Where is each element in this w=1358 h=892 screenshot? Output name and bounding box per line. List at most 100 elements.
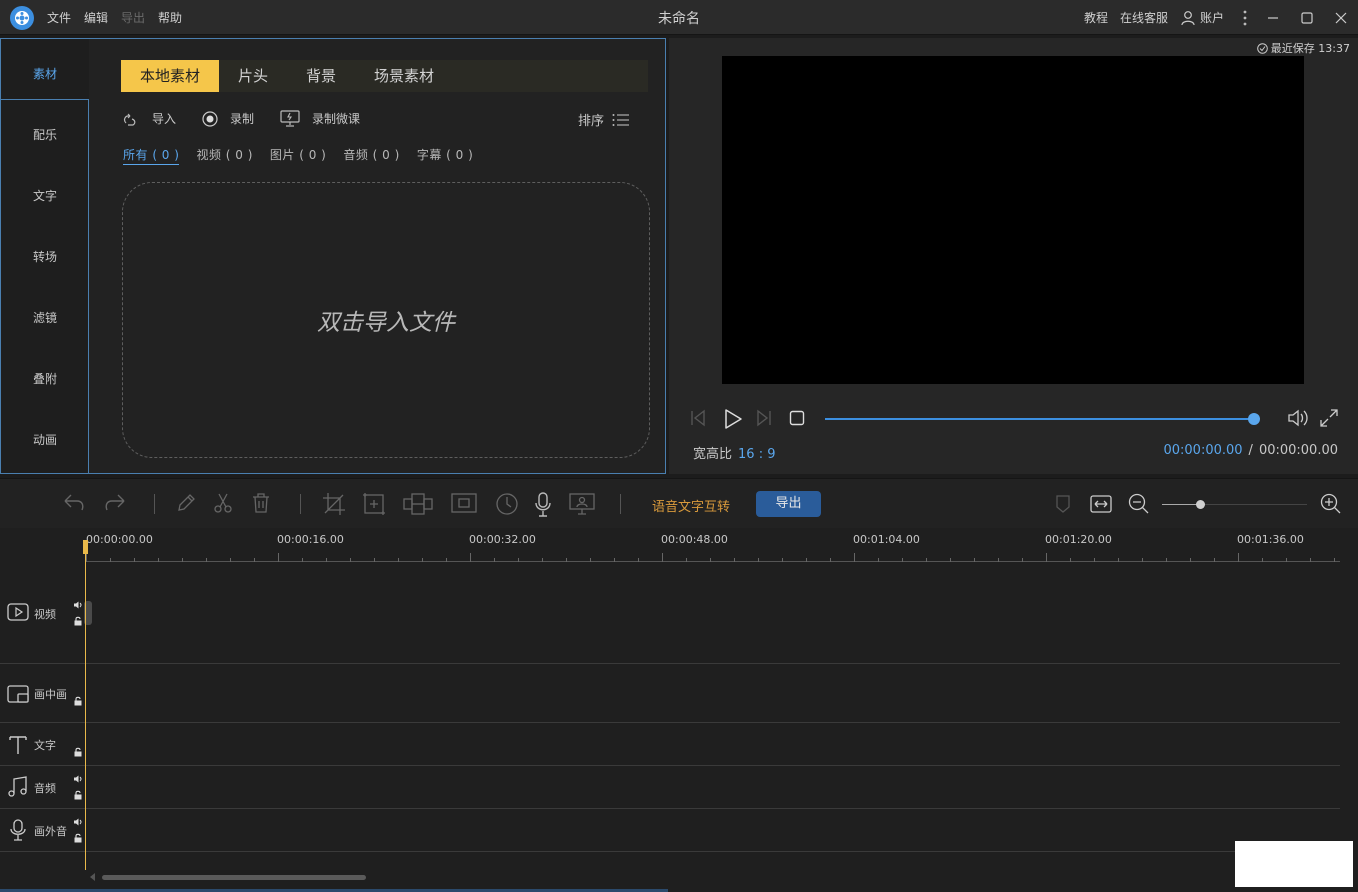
mosaic-icon: [403, 493, 433, 515]
track-label: 文字: [34, 739, 56, 752]
clock-icon: [496, 493, 518, 515]
track-audio[interactable]: 音频: [0, 766, 1340, 809]
import-button[interactable]: 导入: [122, 110, 176, 127]
edit-button[interactable]: [175, 492, 197, 514]
zoom-crop-button[interactable]: [362, 492, 386, 516]
marker-button[interactable]: [1055, 494, 1071, 514]
lock-icon[interactable]: [73, 833, 83, 843]
zoom-slider[interactable]: [1162, 500, 1307, 509]
fullscreen-icon: [1320, 409, 1338, 427]
tutorial-link[interactable]: 教程: [1084, 9, 1108, 26]
step-forward-icon: [757, 409, 771, 427]
playhead[interactable]: [83, 540, 88, 870]
lock-icon[interactable]: [73, 747, 83, 757]
lock-icon[interactable]: [73, 616, 83, 626]
split-button[interactable]: [212, 492, 234, 514]
time-ruler[interactable]: 00:00:00.00 00:00:16.00 00:00:32.00 00:0…: [86, 528, 1340, 562]
undo-button[interactable]: [62, 492, 86, 514]
next-frame-button[interactable]: [755, 408, 773, 428]
sort-label: 排序: [578, 114, 605, 129]
speaker-icon[interactable]: [73, 774, 83, 784]
tab-background[interactable]: 背景: [287, 60, 355, 92]
sidebar-item-overlay[interactable]: 叠附: [1, 370, 89, 387]
volume-button[interactable]: [1287, 408, 1309, 428]
more-vertical-icon: [1243, 10, 1247, 25]
zoom-in-button[interactable]: [1320, 493, 1342, 515]
track-picture-in-picture[interactable]: 画中画: [0, 664, 1340, 723]
fit-timeline-button[interactable]: [1090, 494, 1112, 514]
presentation-record-button[interactable]: [569, 492, 595, 516]
timeline-scrollbar[interactable]: [102, 875, 366, 880]
fullscreen-button[interactable]: [1319, 408, 1339, 428]
menu-export[interactable]: 导出: [121, 9, 145, 26]
account-button[interactable]: 账户: [1180, 9, 1224, 26]
sidebar-item-filter[interactable]: 滤镜: [1, 309, 89, 326]
step-back-icon: [691, 409, 705, 427]
sidebar-item-transition[interactable]: 转场: [1, 248, 89, 265]
dropzone-text: 双击导入文件: [317, 310, 455, 336]
play-button[interactable]: [723, 408, 743, 430]
sidebar-item-animation[interactable]: 动画: [1, 431, 89, 448]
record-lesson-button[interactable]: 录制微课: [280, 110, 360, 127]
menu-edit[interactable]: 编辑: [84, 9, 108, 26]
stop-icon: [789, 410, 805, 426]
freeze-frame-button[interactable]: [451, 492, 477, 514]
library-actions: 导入 录制 录制微课: [122, 110, 386, 127]
tab-scene-media[interactable]: 场景素材: [355, 60, 453, 92]
stop-button[interactable]: [789, 410, 805, 426]
filter-subtitle[interactable]: 字幕 ( 0 ): [417, 146, 473, 165]
sidebar-item-media[interactable]: 素材: [1, 65, 89, 82]
voiceover-button[interactable]: [534, 492, 552, 518]
track-voiceover[interactable]: 画外音: [0, 809, 1340, 852]
delete-button[interactable]: [250, 492, 272, 514]
menu-help[interactable]: 帮助: [158, 9, 182, 26]
zoom-out-icon: [1128, 493, 1149, 514]
filter-all[interactable]: 所有 ( 0 ): [123, 146, 180, 165]
progress-knob[interactable]: [1248, 413, 1260, 425]
zoom-out-button[interactable]: [1128, 493, 1150, 515]
timeline-toolbar: 语音文字互转 导出: [0, 478, 1358, 528]
ruler-tick: [1046, 553, 1047, 562]
record-button[interactable]: 录制: [202, 110, 254, 127]
import-dropzone[interactable]: 双击导入文件: [122, 182, 650, 458]
zoom-slider-knob[interactable]: [1196, 500, 1205, 509]
playhead-handle[interactable]: [83, 540, 88, 554]
tab-local-media[interactable]: 本地素材: [121, 60, 220, 92]
speech-text-button[interactable]: 语音文字互转: [652, 496, 730, 515]
track-text[interactable]: 文字: [0, 723, 1340, 766]
marker-icon: [1056, 495, 1070, 513]
scroll-left-arrow[interactable]: [90, 873, 95, 881]
sidebar-item-music[interactable]: 配乐: [1, 126, 89, 143]
title-bar: 文件 编辑 导出 帮助 未命名 教程 在线客服 账户: [0, 0, 1358, 35]
sidebar-item-text[interactable]: 文字: [1, 187, 89, 204]
lock-icon[interactable]: [73, 696, 83, 706]
aspect-ratio[interactable]: 宽高比 16 : 9: [693, 443, 775, 462]
tab-intro[interactable]: 片头: [219, 60, 287, 92]
track-label: 画外音: [34, 825, 67, 838]
speaker-icon[interactable]: [73, 817, 83, 827]
playback-progress[interactable]: [825, 413, 1260, 425]
export-button[interactable]: 导出: [756, 491, 821, 517]
speaker-icon[interactable]: [73, 600, 83, 610]
maximize-button[interactable]: [1290, 0, 1324, 35]
close-button[interactable]: [1324, 0, 1358, 35]
track-video[interactable]: 视频: [0, 562, 1340, 664]
aspect-label: 宽高比: [693, 447, 733, 462]
filter-audio[interactable]: 音频 ( 0 ): [343, 146, 399, 165]
filter-image[interactable]: 图片 ( 0 ): [270, 146, 326, 165]
menu-file[interactable]: 文件: [47, 9, 71, 26]
sort-button[interactable]: 排序: [578, 110, 630, 129]
support-link[interactable]: 在线客服: [1120, 9, 1168, 26]
more-options-button[interactable]: [1234, 0, 1256, 35]
mosaic-button[interactable]: [403, 492, 433, 516]
redo-button[interactable]: [103, 492, 127, 514]
current-time: 00:00:00.00: [1163, 443, 1243, 458]
lock-icon[interactable]: [73, 790, 83, 800]
crop-button[interactable]: [322, 492, 346, 516]
minimize-button[interactable]: [1256, 0, 1290, 35]
duration-button[interactable]: [495, 492, 519, 516]
preview-screen[interactable]: [722, 56, 1304, 384]
zoom-slider-fill: [1162, 504, 1200, 505]
filter-video[interactable]: 视频 ( 0 ): [196, 146, 252, 165]
prev-frame-button[interactable]: [689, 408, 707, 428]
